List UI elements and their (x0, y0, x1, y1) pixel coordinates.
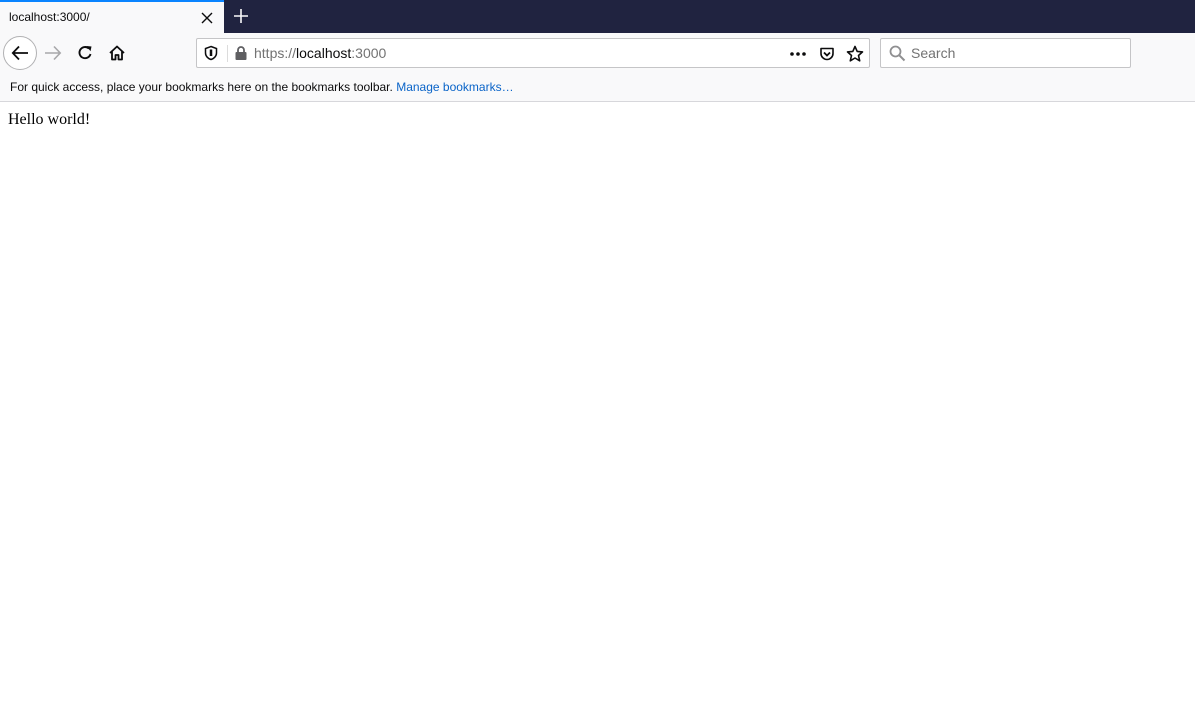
more-dots-icon[interactable] (788, 44, 808, 64)
bookmarks-message: For quick access, place your bookmarks h… (10, 80, 393, 94)
reload-button[interactable] (69, 37, 101, 69)
search-bar[interactable] (880, 38, 1131, 68)
url-host: localhost (296, 45, 352, 61)
active-tab[interactable]: localhost:3000/ (0, 0, 224, 33)
page-text: Hello world! (8, 111, 91, 128)
url-port: :3000 (351, 45, 387, 61)
manage-bookmarks-link[interactable]: Manage bookmarks… (396, 80, 513, 94)
forward-button[interactable] (37, 37, 69, 69)
tab-title: localhost:3000/ (9, 10, 90, 24)
home-button[interactable] (101, 37, 133, 69)
close-icon[interactable] (198, 9, 216, 27)
tab-strip: localhost:3000/ (0, 0, 1195, 33)
back-button[interactable] (3, 36, 37, 70)
arrow-left-icon (11, 45, 28, 61)
url-scheme: https:// (254, 45, 297, 61)
search-icon (889, 45, 906, 62)
star-icon[interactable] (845, 44, 865, 64)
tracking-shield-icon[interactable] (203, 45, 219, 61)
reload-icon (78, 46, 92, 60)
page-content: Hello world! (0, 102, 1195, 724)
pocket-icon[interactable] (817, 44, 837, 64)
url-text[interactable]: https://localhost:3000 (254, 45, 386, 61)
plus-icon[interactable] (229, 4, 253, 28)
url-separator (227, 45, 228, 62)
home-icon (109, 45, 125, 61)
arrow-right-icon (45, 45, 62, 61)
navigation-toolbar: https://localhost:3000 (0, 33, 1195, 73)
url-bar[interactable]: https://localhost:3000 (196, 38, 870, 68)
bookmarks-message-container: For quick access, place your bookmarks h… (10, 80, 514, 94)
lock-icon[interactable] (233, 45, 249, 61)
search-input[interactable] (911, 42, 1121, 64)
bookmarks-toolbar: For quick access, place your bookmarks h… (0, 73, 1195, 102)
